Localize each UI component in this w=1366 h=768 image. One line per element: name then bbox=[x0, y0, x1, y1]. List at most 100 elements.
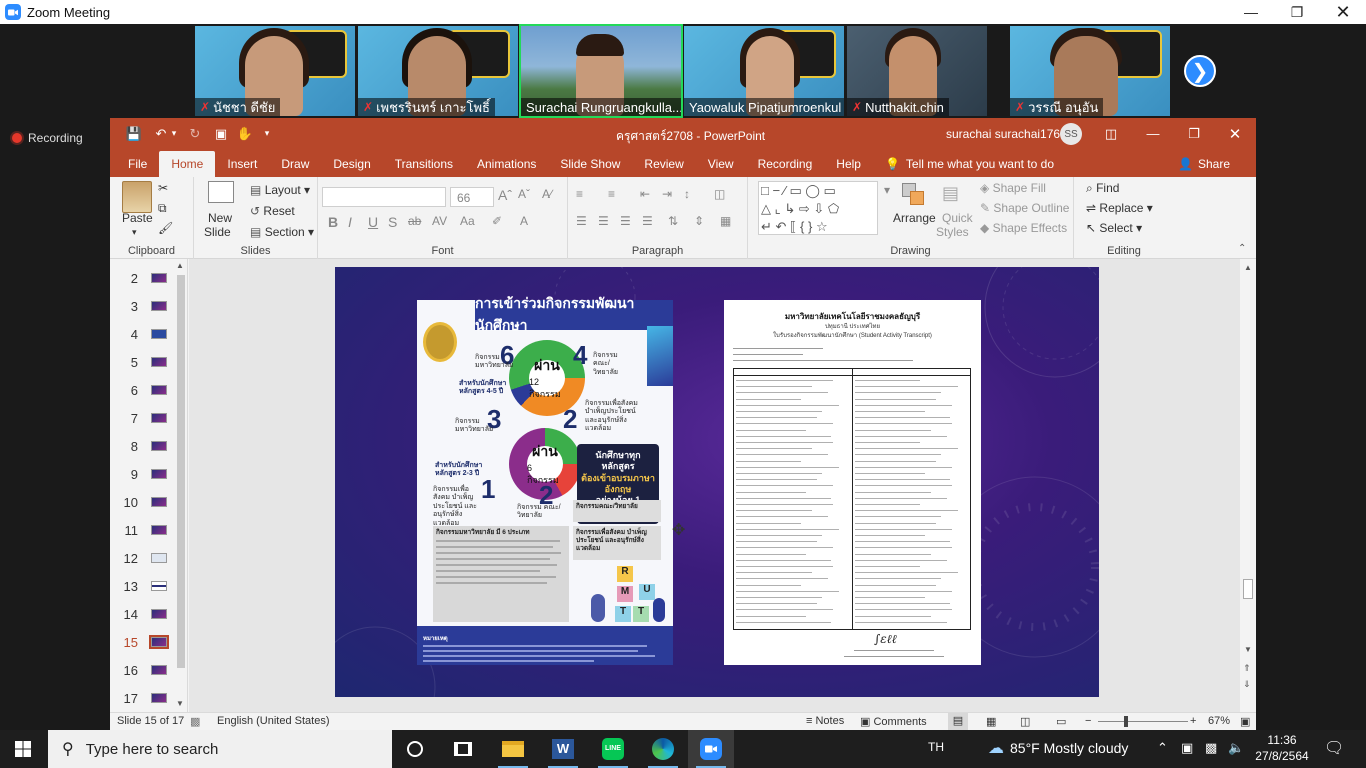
copy-icon[interactable]: ⧉ bbox=[158, 201, 167, 216]
language-label[interactable]: English (United States) bbox=[217, 715, 330, 727]
weather-widget[interactable]: ☁ 85°F Mostly cloudy bbox=[988, 738, 1128, 758]
slide-thumb[interactable]: 6 bbox=[118, 380, 178, 400]
bold-icon[interactable]: B bbox=[328, 214, 338, 230]
new-slide-label-2[interactable]: Slide bbox=[204, 225, 231, 239]
network-icon[interactable]: ▩ bbox=[1205, 740, 1217, 756]
user-avatar[interactable]: SS bbox=[1060, 123, 1082, 145]
current-slide[interactable]: การเข้าร่วมกิจกรรมพัฒนานักศึกษา ผ่าน 12 ก… bbox=[335, 267, 1099, 697]
tab-help[interactable]: Help bbox=[824, 151, 873, 177]
restore-icon[interactable]: ❐ bbox=[1274, 0, 1320, 24]
presenter-icon[interactable]: ▣ bbox=[210, 118, 232, 149]
arrange-button[interactable]: Arrange bbox=[893, 211, 936, 225]
line-spacing-icon[interactable]: ↕ bbox=[684, 187, 690, 201]
user-name[interactable]: surachai surachai1769 bbox=[946, 127, 1067, 141]
slide-thumb[interactable]: 9 bbox=[118, 464, 178, 484]
tab-draw[interactable]: Draw bbox=[269, 151, 321, 177]
file-explorer-icon[interactable] bbox=[490, 730, 536, 768]
line-app-icon[interactable]: LINE bbox=[590, 730, 636, 768]
tab-recording[interactable]: Recording bbox=[746, 151, 825, 177]
paste-dropdown-icon[interactable]: ▾ bbox=[132, 227, 137, 238]
layout-button[interactable]: ▤ Layout ▾ bbox=[250, 183, 310, 197]
slide-thumb[interactable]: 4 bbox=[118, 324, 178, 344]
replace-button[interactable]: ⇌ Replace ▾ bbox=[1086, 201, 1153, 215]
clear-format-icon[interactable]: A∕ bbox=[542, 187, 552, 201]
participant-video[interactable]: ✗ เพชรรินทร์ เกาะโพธิ์ bbox=[358, 26, 518, 116]
recording-indicator[interactable]: Recording bbox=[12, 131, 83, 145]
shape-fill-button[interactable]: ◈ Shape Fill bbox=[980, 181, 1046, 195]
collapse-ribbon-icon[interactable]: ⌃ bbox=[1238, 243, 1246, 254]
ppt-close-icon[interactable]: ✕ bbox=[1224, 118, 1246, 149]
new-slide-label[interactable]: New bbox=[208, 211, 232, 225]
increase-indent-icon[interactable]: ⇥ bbox=[662, 187, 672, 201]
shadow-icon[interactable]: S bbox=[388, 214, 397, 230]
slide-thumb[interactable]: 14 bbox=[118, 604, 178, 624]
previous-slide-icon[interactable]: ⇑ bbox=[1243, 663, 1251, 674]
shapes-more-icon[interactable]: ▾ bbox=[884, 183, 890, 197]
next-slide-icon[interactable]: ⇓ bbox=[1243, 679, 1251, 690]
section-button[interactable]: ▤ Section ▾ bbox=[250, 225, 314, 239]
volume-icon[interactable]: 🔈 bbox=[1228, 740, 1244, 756]
task-view-icon[interactable] bbox=[440, 730, 486, 768]
word-icon[interactable]: W bbox=[540, 730, 586, 768]
slide-thumb[interactable]: 10 bbox=[118, 492, 178, 512]
tab-file[interactable]: File bbox=[116, 151, 159, 177]
slide-thumb[interactable]: 3 bbox=[118, 296, 178, 316]
quick-styles-label[interactable]: Quick bbox=[942, 211, 973, 225]
zoom-slider[interactable] bbox=[1098, 721, 1188, 722]
participant-video[interactable]: ✗ Nutthakit.chin bbox=[847, 26, 987, 116]
tab-review[interactable]: Review bbox=[632, 151, 695, 177]
close-icon[interactable]: ✕ bbox=[1320, 0, 1366, 24]
slide-scrollbar[interactable]: ▲ ▼ ⇑ ⇓ bbox=[1240, 259, 1256, 712]
input-language[interactable]: TH bbox=[928, 740, 944, 754]
save-icon[interactable]: 💾 bbox=[123, 118, 145, 149]
clock[interactable]: 11:36 27/8/2564 bbox=[1254, 732, 1310, 764]
slide-thumb[interactable]: 11 bbox=[118, 520, 178, 540]
font-name-box[interactable] bbox=[322, 187, 446, 207]
paste-button[interactable]: Paste bbox=[122, 211, 153, 225]
tell-me-search[interactable]: 💡 Tell me what you want to do bbox=[873, 151, 1066, 177]
slide-thumb[interactable]: 16 bbox=[118, 660, 178, 680]
quick-styles-icon[interactable]: ▤ bbox=[942, 183, 959, 204]
zoom-in-icon[interactable]: + bbox=[1190, 715, 1196, 727]
windows-start-icon[interactable] bbox=[0, 730, 46, 768]
zoom-out-icon[interactable]: − bbox=[1085, 715, 1091, 727]
grow-font-icon[interactable]: Aˆ bbox=[498, 187, 512, 203]
zoom-percent[interactable]: 67% bbox=[1208, 715, 1230, 727]
slide-thumb[interactable]: 17 bbox=[118, 688, 178, 708]
bullets-icon[interactable]: ≡ bbox=[576, 187, 583, 201]
slide-thumb[interactable]: 13 bbox=[118, 576, 178, 596]
smartart-icon[interactable]: ▦ bbox=[720, 214, 731, 228]
char-spacing-icon[interactable]: AV bbox=[432, 214, 447, 228]
underline-icon[interactable]: U bbox=[368, 214, 378, 230]
align-center-icon[interactable]: ☰ bbox=[598, 214, 609, 228]
scroll-up-icon-right[interactable]: ▲ bbox=[1244, 263, 1252, 272]
redo-icon[interactable]: ↻ bbox=[184, 118, 206, 149]
participant-video[interactable]: Yaowaluk Pipatjumroenkul bbox=[684, 26, 844, 116]
find-button[interactable]: ⌕ Find bbox=[1086, 181, 1119, 196]
slide-thumb-current[interactable]: 15 bbox=[118, 632, 178, 652]
touch-mode-icon[interactable]: ✋ bbox=[234, 118, 256, 149]
tab-home[interactable]: Home bbox=[159, 151, 216, 177]
undo-dropdown-icon[interactable]: ▾ bbox=[163, 118, 185, 149]
align-left-icon[interactable]: ☰ bbox=[576, 214, 587, 228]
normal-view-icon[interactable]: ▤ bbox=[948, 713, 968, 730]
fit-to-window-icon[interactable]: ▣ bbox=[1240, 715, 1250, 728]
shape-outline-button[interactable]: ✎ Shape Outline bbox=[980, 201, 1069, 215]
new-slide-icon[interactable] bbox=[208, 181, 234, 203]
numbering-icon[interactable]: ≡ bbox=[608, 187, 615, 201]
quick-styles-label-2[interactable]: Styles bbox=[936, 225, 969, 239]
scroll-down-icon[interactable]: ▼ bbox=[176, 699, 184, 708]
share-button[interactable]: 👤 Share bbox=[1166, 151, 1242, 177]
change-case-icon[interactable]: Aa bbox=[460, 214, 475, 228]
ppt-minimize-icon[interactable]: — bbox=[1142, 118, 1164, 149]
notifications-icon[interactable]: 🗨 bbox=[1324, 738, 1344, 758]
participant-video[interactable]: ✗ วรรณี อนุอัน bbox=[1010, 26, 1170, 116]
customize-qat-icon[interactable]: ▾ bbox=[256, 118, 278, 149]
align-right-icon[interactable]: ☰ bbox=[620, 214, 631, 228]
justify-icon[interactable]: ☰ bbox=[642, 214, 653, 228]
text-direction-icon[interactable]: ⇅ bbox=[668, 214, 678, 228]
strikethrough-icon[interactable]: ab bbox=[408, 214, 421, 228]
comments-button[interactable]: ▣ Comments bbox=[860, 715, 927, 728]
format-painter-icon[interactable]: 🖌 bbox=[158, 221, 173, 235]
participant-video[interactable]: ✗ นัชชา ดีชัย bbox=[195, 26, 355, 116]
